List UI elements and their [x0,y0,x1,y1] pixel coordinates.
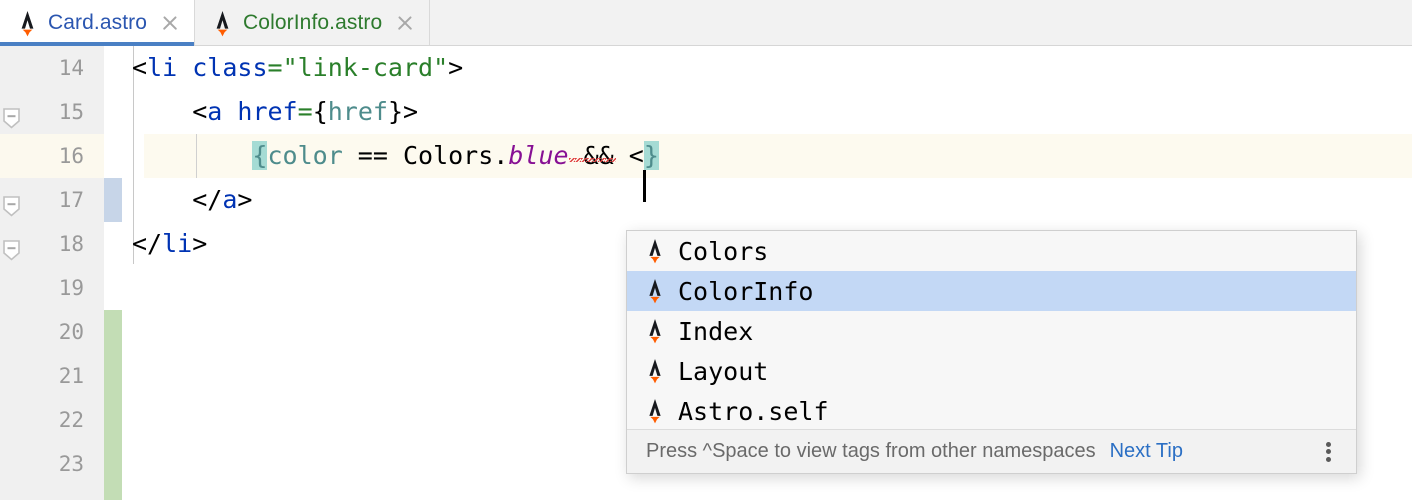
token-string: "link-card" [283,53,449,82]
token-brace-highlighted: { [252,141,267,170]
line-content: </li> [132,222,207,266]
line-number: 23 [0,442,84,486]
token-eq: = [298,97,313,126]
token-identifier: color [267,141,342,170]
close-icon[interactable] [395,13,415,33]
kebab-menu-icon[interactable] [1316,439,1340,465]
line-number: 20 [0,310,84,354]
next-tip-link[interactable]: Next Tip [1110,440,1183,463]
editor-tab-bar: Card.astro ColorInfo.astro [0,0,1412,46]
token-brace: { [313,97,328,126]
close-icon[interactable] [160,13,180,33]
completion-item-label: Index [678,317,753,346]
token-dot: . [493,141,508,170]
tab-label: Card.astro [48,11,147,35]
completion-item-astro-self[interactable]: Astro.self [627,391,1356,431]
astro-file-icon [16,10,39,37]
token-punct: </ [132,229,162,258]
line-content: <a href={href}> [132,90,418,134]
line-number: 19 [0,266,84,310]
line-content: <li class="link-card"> [132,46,463,90]
token-brace: } [388,97,403,126]
code-line[interactable]: 15 <a href={href}> [0,90,1412,134]
token-punct: </ [192,185,222,214]
completion-tip-bar: Press ^Space to view tags from other nam… [627,429,1356,473]
code-line-current[interactable]: 16 {color == Colors.blue && <} [0,134,1412,178]
completion-list[interactable]: Colors ColorInfo Index [627,231,1356,431]
token-close-brace-highlighted: } [644,141,659,170]
astro-component-icon [644,238,666,264]
token-attr: href [237,97,297,126]
token-tag: a [222,185,237,214]
line-number: 21 [0,354,84,398]
completion-item-colors[interactable]: Colors [627,231,1356,271]
token-indent [132,97,192,126]
completion-item-label: ColorInfo [678,277,813,306]
token-expression: href [328,97,388,126]
token-punct: > [192,229,207,258]
token-attr: class [192,53,267,82]
tip-text: Press ^Space to view tags from other nam… [646,440,1096,463]
astro-component-icon [644,398,666,424]
token-tag: li [162,229,192,258]
token-operator: == [343,141,403,170]
token-indent [132,141,252,170]
tab-divider [429,0,430,45]
token-indent [132,185,192,214]
token-space [222,97,237,126]
token-punct: > [237,185,252,214]
token-space [614,141,629,170]
line-number: 17 [0,178,84,222]
token-object: Colors [403,141,493,170]
astro-file-icon [211,10,234,37]
line-content: {color == Colors.blue && <} [132,134,659,178]
token-open-angle: < [629,141,644,170]
completion-item-colorinfo[interactable]: ColorInfo [627,271,1356,311]
completion-item-layout[interactable]: Layout [627,351,1356,391]
completion-item-label: Colors [678,237,768,266]
tab-card-astro[interactable]: Card.astro [0,0,194,46]
code-editor[interactable]: 14 <li class="link-card"> 15 <a href={hr… [0,46,1412,500]
token-punct: > [448,53,463,82]
line-content: </a> [132,178,252,222]
astro-component-icon [644,358,666,384]
token-tag: a [207,97,222,126]
code-line[interactable]: 14 <li class="link-card"> [0,46,1412,90]
token-logical-and-error: && [569,141,614,170]
token-eq: = [268,53,283,82]
tab-label: ColorInfo.astro [243,11,382,35]
code-line[interactable]: 17 </a> [0,178,1412,222]
token-space [177,53,192,82]
code-completion-popup[interactable]: Colors ColorInfo Index [626,230,1357,474]
completion-item-label: Layout [678,357,768,386]
line-number: 18 [0,222,84,266]
completion-item-label: Astro.self [678,397,829,426]
astro-component-icon [644,318,666,344]
token-property: blue [508,141,568,170]
line-number: 16 [0,134,84,178]
line-number: 14 [0,46,84,90]
line-number: 15 [0,90,84,134]
astro-component-icon [644,278,666,304]
completion-item-index[interactable]: Index [627,311,1356,351]
token-punct: > [403,97,418,126]
token-punct: < [192,97,207,126]
token-punct: < [132,53,147,82]
tab-colorinfo-astro[interactable]: ColorInfo.astro [195,0,429,46]
line-number: 22 [0,398,84,442]
token-tag: li [147,53,177,82]
